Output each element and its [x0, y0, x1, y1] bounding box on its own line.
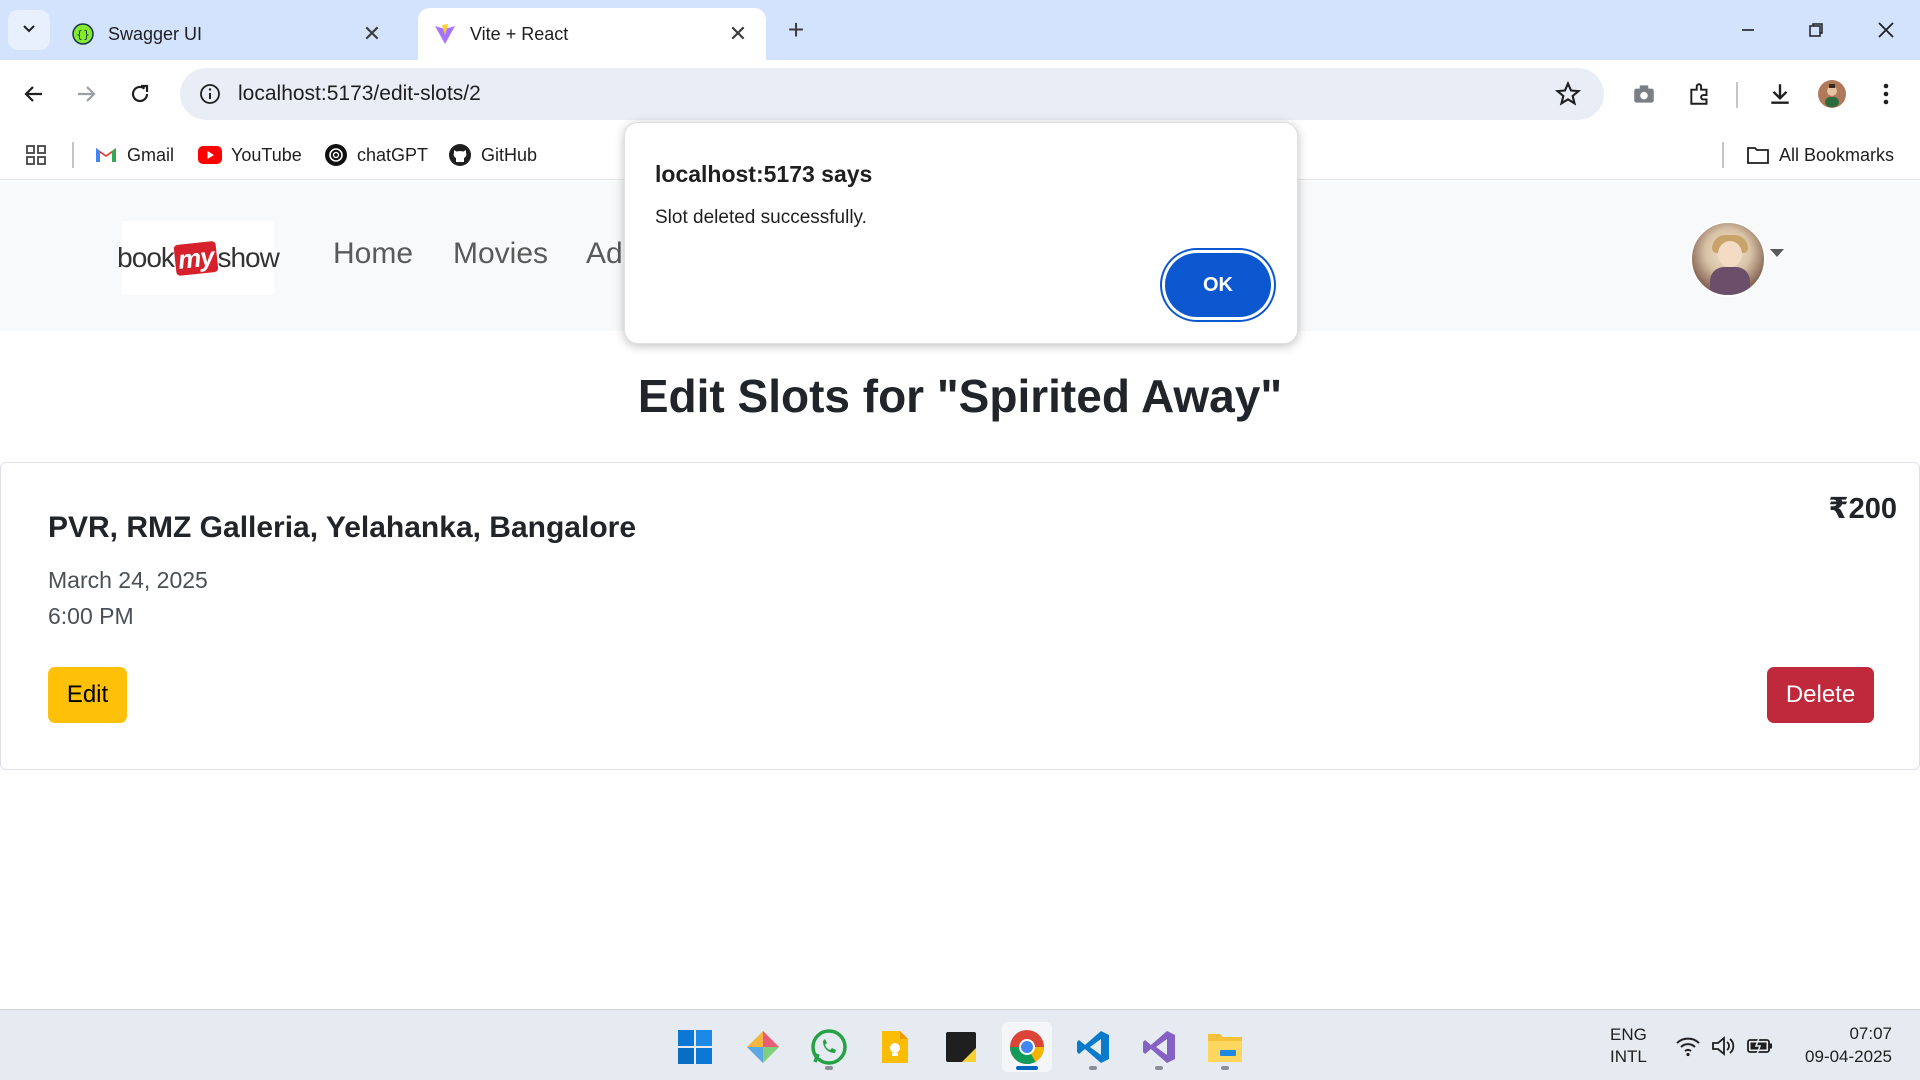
- close-tab-icon[interactable]: ✕: [360, 21, 384, 46]
- dropdown-caret-icon[interactable]: [1770, 249, 1784, 257]
- bookmark-separator: [72, 142, 74, 168]
- wifi-icon[interactable]: [1674, 1032, 1702, 1060]
- gmail-icon: [94, 143, 118, 167]
- nav-admin[interactable]: Ad: [586, 237, 623, 271]
- vite-icon: [434, 23, 456, 45]
- dialog-title: localhost:5173 says: [655, 161, 873, 187]
- github-icon: [448, 143, 472, 167]
- bookmyshow-logo[interactable]: book my show: [117, 221, 280, 295]
- nav-home[interactable]: Home: [333, 237, 413, 271]
- all-bookmarks[interactable]: All Bookmarks: [1746, 140, 1894, 170]
- bookmark-github[interactable]: GitHub: [448, 140, 537, 170]
- slot-date: March 24, 2025: [48, 567, 208, 593]
- edit-button[interactable]: Edit: [48, 667, 127, 723]
- tab-search-button[interactable]: [8, 10, 50, 50]
- menu-dots-icon[interactable]: [1868, 76, 1904, 112]
- git-app-icon[interactable]: [738, 1022, 788, 1072]
- url-text: localhost:5173/edit-slots/2: [238, 82, 481, 105]
- user-avatar[interactable]: [1690, 221, 1766, 297]
- slot-price: ₹200: [1828, 493, 1897, 525]
- slot-time: 6:00 PM: [48, 603, 134, 629]
- sticky-notes-icon[interactable]: [936, 1022, 986, 1072]
- close-tab-icon[interactable]: ✕: [726, 21, 750, 46]
- chrome-icon[interactable]: [1002, 1022, 1052, 1072]
- all-bookmarks-label: All Bookmarks: [1779, 144, 1895, 165]
- bookmark-label: Gmail: [127, 144, 175, 165]
- vscode-icon[interactable]: [1068, 1022, 1118, 1072]
- forward-icon[interactable]: [68, 76, 104, 112]
- back-icon[interactable]: [16, 76, 52, 112]
- reload-icon[interactable]: [122, 76, 158, 112]
- battery-icon[interactable]: [1746, 1032, 1774, 1060]
- whatsapp-icon[interactable]: [804, 1022, 854, 1072]
- tab-swagger[interactable]: {} Swagger UI ✕: [56, 8, 400, 60]
- toolbar-separator: [1736, 82, 1738, 108]
- minimize-icon[interactable]: [1720, 10, 1776, 50]
- youtube-icon: [198, 143, 222, 167]
- keep-notes-icon[interactable]: [870, 1022, 920, 1072]
- volume-icon[interactable]: [1710, 1032, 1738, 1060]
- new-tab-button[interactable]: +: [780, 14, 812, 46]
- tab-title: Swagger UI: [108, 23, 203, 44]
- chevron-down-icon: [21, 20, 37, 41]
- close-window-icon[interactable]: [1858, 10, 1914, 50]
- theatre-name: PVR, RMZ Galleria, Yelahanka, Bangalore: [48, 511, 637, 544]
- ok-button[interactable]: OK: [1165, 253, 1271, 317]
- address-bar[interactable]: localhost:5173/edit-slots/2: [180, 68, 1604, 120]
- clock-date: 09-04-2025: [1805, 1047, 1892, 1066]
- bookmark-label: GitHub: [481, 144, 538, 165]
- system-clock[interactable]: 07:07 09-04-2025: [1805, 1022, 1892, 1068]
- page-title: Edit Slots for "Spirited Away": [637, 370, 1283, 422]
- extensions-icon[interactable]: [1682, 76, 1718, 112]
- start-menu-icon[interactable]: [670, 1022, 720, 1072]
- profile-avatar-icon[interactable]: [1814, 76, 1850, 112]
- bookmark-label: chatGPT: [357, 144, 429, 165]
- swagger-icon: {}: [72, 23, 94, 45]
- tab-title: Vite + React: [470, 23, 569, 44]
- chatgpt-icon: [324, 143, 348, 167]
- download-icon[interactable]: [1762, 76, 1798, 112]
- slot-card: PVR, RMZ Galleria, Yelahanka, Bangalore …: [0, 462, 1920, 770]
- apps-grid-icon[interactable]: [24, 140, 48, 170]
- bookmark-label: YouTube: [231, 144, 302, 165]
- language-indicator[interactable]: ENG INTL: [1610, 1024, 1647, 1068]
- camera-icon[interactable]: [1626, 76, 1662, 112]
- nav-movies[interactable]: Movies: [453, 237, 548, 271]
- bookmark-star-icon[interactable]: [1554, 80, 1582, 108]
- logo-text-show: show: [217, 242, 279, 273]
- folder-icon: [1746, 143, 1770, 167]
- bookmark-separator: [1722, 142, 1724, 168]
- lang-line1: ENG: [1610, 1025, 1647, 1044]
- lang-line2: INTL: [1610, 1047, 1647, 1066]
- delete-button[interactable]: Delete: [1767, 667, 1874, 723]
- bookmark-youtube[interactable]: YouTube: [198, 140, 302, 170]
- tab-strip: {} Swagger UI ✕ Vite + React ✕ +: [0, 0, 1920, 60]
- bookmark-gmail[interactable]: Gmail: [94, 140, 174, 170]
- browser-toolbar: localhost:5173/edit-slots/2: [0, 60, 1920, 130]
- clock-time: 07:07: [1849, 1024, 1892, 1043]
- bookmark-chatgpt[interactable]: chatGPT: [324, 140, 428, 170]
- logo-text-book: book: [117, 242, 175, 273]
- site-info-icon[interactable]: [196, 80, 224, 108]
- tab-vite-react[interactable]: Vite + React ✕: [418, 8, 766, 60]
- restore-icon[interactable]: [1788, 10, 1844, 50]
- alert-dialog: localhost:5173 says Slot deleted success…: [624, 122, 1298, 344]
- windows-taskbar: ENG INTL 07:07 09-04-2025: [0, 1009, 1920, 1080]
- dialog-message: Slot deleted successfully.: [655, 207, 867, 228]
- svg-text:{}: {}: [76, 28, 90, 41]
- visual-studio-icon[interactable]: [1134, 1022, 1184, 1072]
- logo-text-my: my: [173, 240, 218, 276]
- file-explorer-icon[interactable]: [1200, 1022, 1250, 1072]
